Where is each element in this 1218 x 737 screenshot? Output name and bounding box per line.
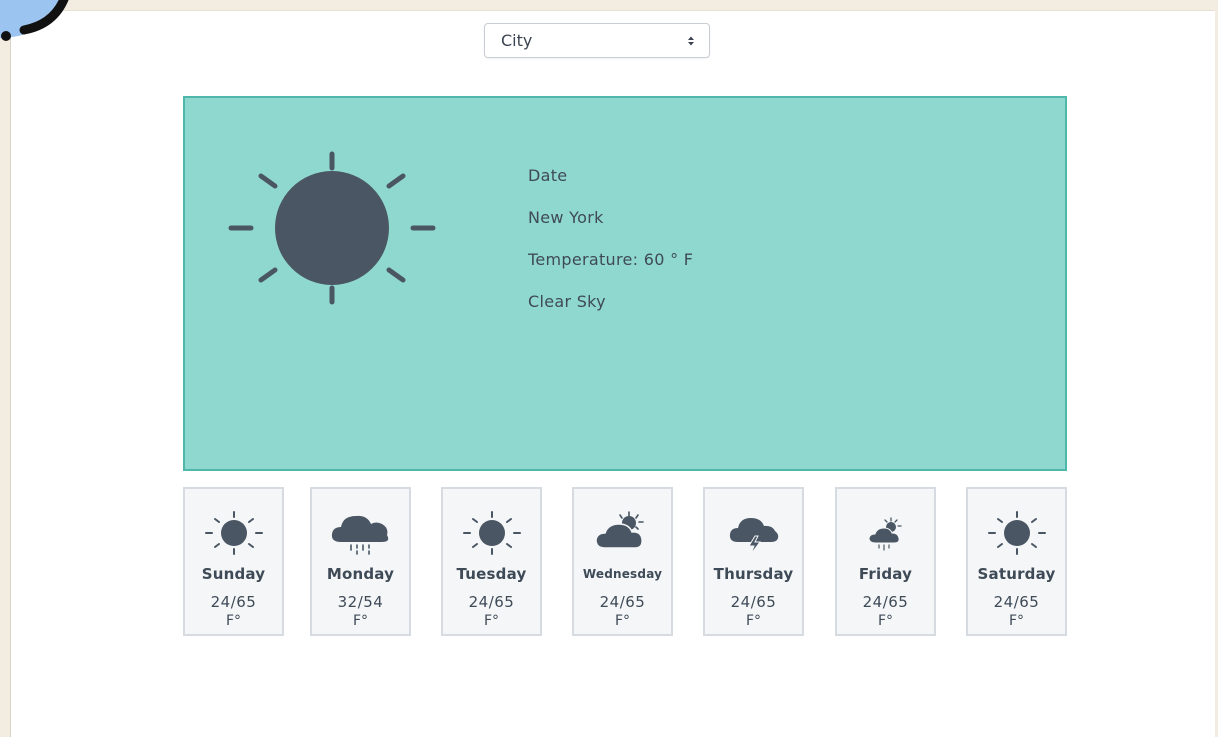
corner-decoration xyxy=(0,0,69,41)
forecast-unit: F° xyxy=(483,613,500,629)
forecast-unit: F° xyxy=(225,613,242,629)
city-select-value: City xyxy=(501,31,533,50)
city-select[interactable]: City xyxy=(484,23,710,58)
forecast-card-friday[interactable]: Friday 24/65 F° xyxy=(835,487,936,636)
partly-cloudy-rain-icon xyxy=(867,517,902,551)
partly-cloudy-icon xyxy=(594,511,644,549)
sun-icon xyxy=(204,511,263,555)
forecast-unit: F° xyxy=(877,613,894,629)
forecast-day-name: Monday xyxy=(326,565,395,583)
rain-cloud-icon xyxy=(331,515,388,555)
current-description: Clear Sky xyxy=(528,292,606,311)
select-arrows-icon xyxy=(687,35,695,47)
forecast-card-saturday[interactable]: Saturday 24/65 F° xyxy=(966,487,1067,636)
forecast-day-name: Thursday xyxy=(713,565,794,583)
top-window-edge xyxy=(0,0,1218,11)
current-city: New York xyxy=(528,208,604,227)
current-weather-panel: Date New York Temperature: 60 ° F Clear … xyxy=(183,96,1067,471)
forecast-card-monday[interactable]: Monday 32/54 F° xyxy=(310,487,411,636)
forecast-day-name: Wednesday xyxy=(582,567,663,581)
forecast-temp: 24/65 xyxy=(599,593,646,611)
forecast-unit: F° xyxy=(745,613,762,629)
current-temperature: Temperature: 60 ° F xyxy=(528,250,694,269)
weather-app: City Date New York Temperature: 60 ° F C… xyxy=(0,0,1218,737)
forecast-day-name: Sunday xyxy=(201,565,266,583)
forecast-unit: F° xyxy=(1008,613,1025,629)
sun-icon xyxy=(462,511,521,555)
current-date: Date xyxy=(528,166,568,185)
thunderstorm-icon xyxy=(729,518,778,555)
forecast-card-thursday[interactable]: Thursday 24/65 F° xyxy=(703,487,804,636)
forecast-temp: 24/65 xyxy=(862,593,909,611)
forecast-card-sunday[interactable]: Sunday 24/65 F° xyxy=(183,487,284,636)
forecast-card-wednesday[interactable]: Wednesday 24/65 F° xyxy=(572,487,673,636)
forecast-card-tuesday[interactable]: Tuesday 24/65 F° xyxy=(441,487,542,636)
current-weather-info: Date New York Temperature: 60 ° F Clear … xyxy=(528,166,693,334)
forecast-day-name: Tuesday xyxy=(456,565,527,583)
sun-icon xyxy=(228,151,436,305)
forecast-temp: 24/65 xyxy=(210,593,257,611)
forecast-day-name: Friday xyxy=(858,565,913,583)
forecast-temp: 32/54 xyxy=(337,593,384,611)
forecast-unit: F° xyxy=(352,613,369,629)
forecast-unit: F° xyxy=(614,613,631,629)
forecast-temp: 24/65 xyxy=(993,593,1040,611)
forecast-row: Sunday 24/65 F° Monday 32/54 F° Tuesday … xyxy=(183,487,1067,637)
sun-icon xyxy=(987,511,1046,555)
forecast-temp: 24/65 xyxy=(730,593,777,611)
forecast-temp: 24/65 xyxy=(468,593,515,611)
left-window-edge xyxy=(0,10,11,737)
forecast-day-name: Saturday xyxy=(977,565,1056,583)
